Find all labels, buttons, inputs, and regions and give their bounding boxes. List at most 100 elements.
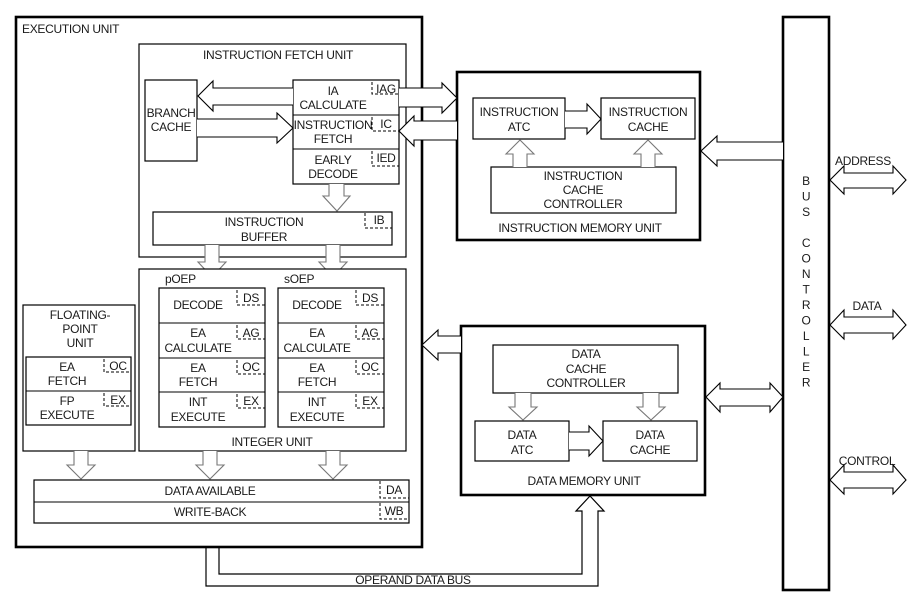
data-bus-label: DATA <box>852 299 881 313</box>
data-cache-controller-line2: CACHE <box>566 362 607 376</box>
poep-int-exec-line2: EXECUTE <box>171 410 226 424</box>
fpu-title-line3: UNIT <box>67 336 95 350</box>
instruction-atc-line2: ATC <box>508 120 531 134</box>
poep-label: pOEP <box>165 272 196 286</box>
soep-ea-calc-line1: EA <box>309 326 325 340</box>
instruction-memory-unit: INSTRUCTION MEMORY UNIT INSTRUCTION ATC … <box>455 70 702 242</box>
branch-cache-line1: BRANCH <box>147 106 196 120</box>
stage-label-line2: FETCH <box>314 132 353 146</box>
fpu-stage-ea-fetch-line2: FETCH <box>48 374 87 388</box>
instruction-fetch-unit-title: INSTRUCTION FETCH UNIT <box>203 48 354 62</box>
poep-tag-ag: AG <box>243 326 260 340</box>
instruction-cache-line2: CACHE <box>628 120 669 134</box>
data-memory-unit: DATA MEMORY UNIT DATA CACHE CONTROLLER D… <box>459 324 707 497</box>
soep-ea-fetch-line2: FETCH <box>298 375 337 389</box>
soep-ea-fetch-line1: EA <box>309 361 325 375</box>
control-bus-label: CONTROL <box>839 454 896 468</box>
soep-ea-calc-line2: CALCULATE <box>283 341 350 355</box>
bus-controller-letter: R <box>802 298 811 312</box>
branch-cache-line2: CACHE <box>151 120 192 134</box>
data-available-label: DATA AVAILABLE <box>165 484 256 498</box>
instruction-cache-controller-line1: INSTRUCTION <box>544 169 623 183</box>
soep-int-exec-line2: EXECUTE <box>290 410 345 424</box>
soep-tag-ex: EX <box>362 394 378 408</box>
stage-label-line1: INSTRUCTION <box>294 118 373 132</box>
soep-label: sOEP <box>284 272 314 286</box>
bus-controller-letter: C <box>802 236 811 250</box>
data-memory-unit-title: DATA MEMORY UNIT <box>528 474 642 488</box>
instruction-fetch-unit: INSTRUCTION FETCH UNIT BRANCH CACHE IA C… <box>138 43 407 258</box>
bus-controller-letter: N <box>802 267 810 281</box>
fpu-stage-ea-fetch-line1: EA <box>59 360 75 374</box>
poep-int-exec-line1: INT <box>189 395 208 409</box>
integer-unit: INTEGER UNIT pOEP DECODE DS EA CALCULATE… <box>138 268 407 452</box>
block-diagram: EXECUTION UNIT INSTRUCTION FETCH UNIT BR… <box>14 15 907 592</box>
fpu-stage-fp-execute-line1: FP <box>60 394 75 408</box>
data-atc-line1: DATA <box>507 428 536 442</box>
bus-controller: BUS CONTROLLER <box>781 15 831 592</box>
stage-label-line2: CALCULATE <box>299 98 366 112</box>
fpu-title-line2: POINT <box>62 322 98 336</box>
bus-controller-letter: E <box>802 360 810 374</box>
data-available-tag: DA <box>386 483 402 497</box>
execution-unit-title: EXECUTION UNIT <box>22 22 120 36</box>
operand-data-bus-label: OPERAND DATA BUS <box>355 573 471 587</box>
external-bus-control: CONTROL <box>829 454 907 496</box>
poep-ea-fetch-line2: FETCH <box>179 375 218 389</box>
instruction-memory-unit-title: INSTRUCTION MEMORY UNIT <box>498 221 662 235</box>
poep-ea-calc-line1: EA <box>190 326 206 340</box>
poep-tag-oc: OC <box>242 360 260 374</box>
poep-decode: DECODE <box>173 298 223 312</box>
arrow-bus-controller-data-memory <box>705 381 784 414</box>
instruction-cache-line1: INSTRUCTION <box>609 105 688 119</box>
instruction-buffer-tag: IB <box>374 213 385 227</box>
stage-tag-ied: IED <box>376 151 396 165</box>
bus-controller-letter: L <box>803 329 810 343</box>
stage-label-line1: EARLY <box>315 153 352 167</box>
instruction-cache-controller-line3: CONTROLLER <box>543 197 623 211</box>
data-cache-line2: CACHE <box>630 443 671 457</box>
poep-tag-ds: DS <box>243 291 259 305</box>
arrow-data-memory-to-execution-unit <box>421 328 461 362</box>
bus-controller-letter: U <box>802 190 810 204</box>
soep-int-exec-line1: INT <box>308 395 327 409</box>
instruction-cache-controller-line2: CACHE <box>563 183 604 197</box>
fpu-title-line1: FLOATING- <box>50 308 111 322</box>
fpu-tag-oc: OC <box>109 359 127 373</box>
bus-controller-letter: T <box>802 283 810 297</box>
data-cache-line1: DATA <box>635 428 664 442</box>
data-atc-line2: ATC <box>511 443 534 457</box>
address-bus-arrow <box>829 164 907 196</box>
data-cache-controller-line3: CONTROLLER <box>546 376 626 390</box>
stage-label-line2: DECODE <box>308 167 358 181</box>
arrow-bus-controller-to-instruction-memory <box>700 134 783 168</box>
bus-controller-letter: O <box>801 314 810 328</box>
bus-controller-letter <box>804 221 807 235</box>
write-back-label: WRITE-BACK <box>174 505 247 519</box>
bus-controller-letter: S <box>802 205 810 219</box>
external-bus-data: DATA <box>829 299 907 341</box>
external-bus-address: ADDRESS <box>829 154 907 196</box>
instruction-buffer-line2: BUFFER <box>241 230 288 244</box>
soep-tag-ds: DS <box>362 291 378 305</box>
data-bus-arrow <box>829 308 907 341</box>
fpu-tag-ex: EX <box>110 393 126 407</box>
bus-controller-letter: B <box>802 174 810 188</box>
stage-tag-ic: IC <box>380 117 392 131</box>
instruction-buffer-line1: INSTRUCTION <box>225 215 304 229</box>
instruction-atc-line1: INSTRUCTION <box>480 105 559 119</box>
control-bus-arrow <box>829 463 907 496</box>
poep-ea-fetch-line1: EA <box>190 361 206 375</box>
data-available-write-back: DATA AVAILABLE DA WRITE-BACK WB <box>33 479 410 524</box>
soep-decode: DECODE <box>292 298 342 312</box>
bus-controller-letter: L <box>803 345 810 359</box>
bus-controller-letter: O <box>801 252 810 266</box>
write-back-tag: WB <box>385 504 404 518</box>
soep-tag-ag: AG <box>362 326 379 340</box>
fpu-stage-fp-execute-line2: EXECUTE <box>40 408 95 422</box>
poep-tag-ex: EX <box>243 394 259 408</box>
stage-label-line1: IA <box>328 84 339 98</box>
floating-point-unit: FLOATING- POINT UNIT EA FETCH OC FP EXEC… <box>22 304 136 452</box>
integer-unit-title: INTEGER UNIT <box>231 435 313 449</box>
bus-controller-letter: R <box>802 376 811 390</box>
